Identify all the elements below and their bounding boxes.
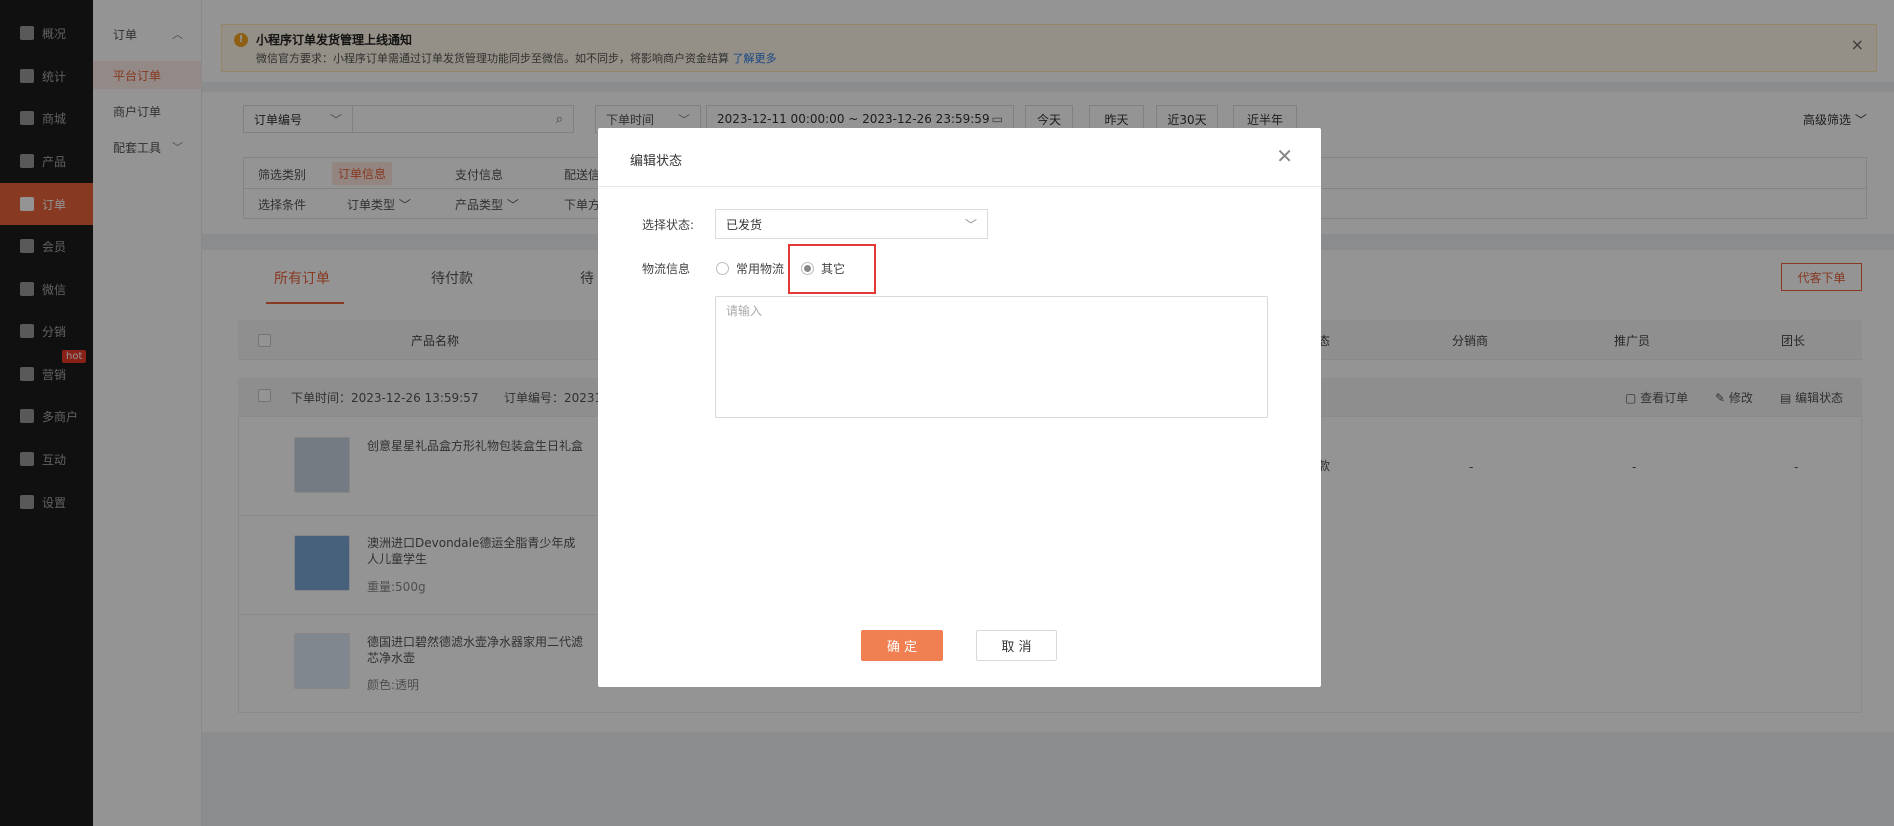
close-icon[interactable]: ✕ <box>1276 144 1293 168</box>
cancel-button[interactable]: 取 消 <box>976 630 1057 661</box>
status-value: 已发货 <box>726 217 763 232</box>
radio-common-label: 常用物流 <box>736 262 785 276</box>
dialog-divider <box>598 186 1321 187</box>
highlight-box <box>788 244 876 294</box>
dialog-title: 编辑状态 <box>630 154 683 169</box>
edit-status-dialog: 编辑状态 ✕ 选择状态: 已发货 ﹀ 物流信息 常用物流 其它 请输入 确 定 取… <box>598 128 1321 687</box>
status-select[interactable]: 已发货 ﹀ <box>715 209 988 239</box>
radio-common-logistics[interactable] <box>716 262 729 275</box>
logistics-label: 物流信息 <box>642 262 691 276</box>
confirm-button[interactable]: 确 定 <box>861 630 943 661</box>
logistics-textarea[interactable]: 请输入 <box>715 296 1268 418</box>
chevron-down-icon: ﹀ <box>964 217 977 232</box>
status-label: 选择状态: <box>642 218 695 232</box>
